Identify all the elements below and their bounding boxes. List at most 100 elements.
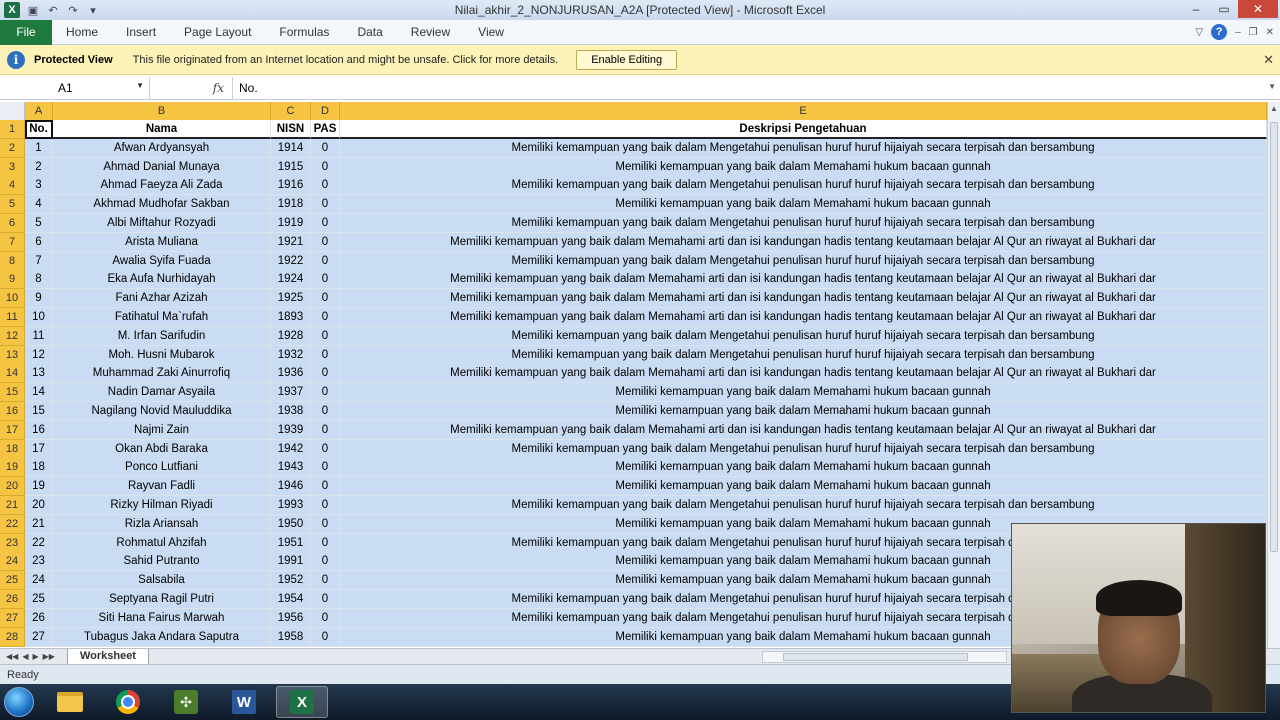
select-all-button[interactable] [0,102,25,120]
tab-data[interactable]: Data [343,25,396,39]
row-header[interactable]: 17 [0,420,25,440]
cell-nisn[interactable]: 1925 [271,289,311,309]
row-header[interactable]: 27 [0,608,25,628]
redo-icon[interactable]: ↷ [66,3,80,17]
cell-b1[interactable]: Nama [53,120,271,139]
cell-nama[interactable]: M. Irfan Sarifudin [53,326,271,346]
cell-pas[interactable]: 0 [311,402,340,421]
cell-nisn[interactable]: 1939 [271,420,311,440]
cell-nama[interactable]: Najmi Zain [53,420,271,440]
enable-editing-button[interactable]: Enable Editing [576,49,678,70]
cell-pas[interactable]: 0 [311,383,340,403]
cell-nisn[interactable]: 1950 [271,514,311,534]
cell-no[interactable]: 13 [25,364,53,384]
horizontal-scrollbar-thumb[interactable] [783,653,968,661]
cell-deskripsi[interactable]: Memiliki kemampuan yang baik dalam Memah… [340,477,1267,497]
cell-nama[interactable]: Ahmad Danial Munaya [53,157,271,177]
cell-no[interactable]: 19 [25,477,53,497]
sheet-tab-worksheet[interactable]: Worksheet [66,648,149,665]
row-header[interactable]: 10 [0,289,25,309]
row-header[interactable]: 14 [0,364,25,384]
cell-deskripsi[interactable]: Memiliki kemampuan yang baik dalam Memah… [340,270,1267,290]
taskbar-excel[interactable]: X [276,686,328,718]
cell-deskripsi[interactable]: Memiliki kemampuan yang baik dalam Menge… [340,345,1267,365]
cell-pas[interactable]: 0 [311,176,340,196]
row-header[interactable]: 18 [0,439,25,459]
cell-nama[interactable]: Septyana Ragil Putri [53,590,271,609]
cell-nisn[interactable]: 1993 [271,496,311,515]
cell-no[interactable]: 21 [25,514,53,534]
row-header[interactable]: 6 [0,214,25,233]
cell-nisn[interactable]: 1946 [271,477,311,497]
cell-pas[interactable]: 0 [311,270,340,290]
cell-nama[interactable]: Afwan Ardyansyah [53,138,271,158]
cell-deskripsi[interactable]: Memiliki kemampuan yang baik dalam Menge… [340,251,1267,271]
cell-nama[interactable]: Sahid Putranto [53,552,271,572]
cell-no[interactable]: 4 [25,195,53,215]
cell-no[interactable]: 16 [25,420,53,440]
cell-pas[interactable]: 0 [311,477,340,497]
cell-nama[interactable]: Salsabila [53,571,271,591]
first-sheet-icon[interactable]: ◀◀ [6,652,18,661]
cell-nama[interactable]: Rohmatul Ahzifah [53,533,271,553]
cell-nisn[interactable]: 1956 [271,608,311,628]
cell-pas[interactable]: 0 [311,345,340,365]
cell-e1[interactable]: Deskripsi Pengetahuan [340,120,1267,139]
cell-deskripsi[interactable]: Memiliki kemampuan yang baik dalam Memah… [340,383,1267,403]
cell-no[interactable]: 6 [25,232,53,252]
next-sheet-icon[interactable]: ▶ [32,652,38,661]
cell-pas[interactable]: 0 [311,514,340,534]
cell-pas[interactable]: 0 [311,420,340,440]
cell-nisn[interactable]: 1918 [271,195,311,215]
row-header[interactable]: 12 [0,326,25,346]
cell-pas[interactable]: 0 [311,214,340,233]
cell-nama[interactable]: Arista Muliana [53,232,271,252]
formula-input[interactable]: No. [232,76,258,99]
cell-nama[interactable]: Nagilang Novid Mauluddika [53,402,271,421]
close-window-button[interactable]: ✕ [1238,0,1278,18]
taskbar-chrome[interactable] [102,686,154,718]
last-sheet-icon[interactable]: ▶▶ [43,652,55,661]
cell-pas[interactable]: 0 [311,289,340,309]
cell-d1[interactable]: PAS [311,120,340,139]
cell-nisn[interactable]: 1991 [271,552,311,572]
cell-pas[interactable]: 0 [311,439,340,459]
cell-deskripsi[interactable]: Memiliki kemampuan yang baik dalam Menge… [340,439,1267,459]
scroll-up-icon[interactable]: ▲ [1268,102,1280,115]
cell-nama[interactable]: Ahmad Faeyza Ali Zada [53,176,271,196]
row-header[interactable]: 4 [0,176,25,196]
cell-nama[interactable]: Moh. Husni Mubarok [53,345,271,365]
cell-nisn[interactable]: 1958 [271,627,311,647]
cell-pas[interactable]: 0 [311,308,340,327]
cell-nisn[interactable]: 1943 [271,458,311,478]
workbook-close-icon[interactable]: ✕ [1266,27,1274,38]
workbook-restore-icon[interactable]: ❐ [1249,27,1258,38]
help-icon[interactable]: ? [1211,24,1228,40]
column-header-b[interactable]: B [53,102,271,120]
cell-nisn[interactable]: 1916 [271,176,311,196]
cell-pas[interactable]: 0 [311,458,340,478]
cell-nama[interactable]: Fatihatul Ma`rufah [53,308,271,327]
taskbar-game[interactable]: ✣ [160,686,212,718]
cell-deskripsi[interactable]: Memiliki kemampuan yang baik dalam Menge… [340,138,1267,158]
horizontal-scrollbar[interactable] [762,651,1007,663]
save-icon[interactable]: ▣ [26,3,40,17]
cell-no[interactable]: 11 [25,326,53,346]
cell-nama[interactable]: Siti Hana Fairus Marwah [53,608,271,628]
tab-view[interactable]: View [464,25,518,39]
cell-no[interactable]: 25 [25,590,53,609]
cell-deskripsi[interactable]: Memiliki kemampuan yang baik dalam Menge… [340,496,1267,515]
cell-pas[interactable]: 0 [311,533,340,553]
cell-no[interactable]: 20 [25,496,53,515]
prev-sheet-icon[interactable]: ◀ [22,652,28,661]
cell-nisn[interactable]: 1928 [271,326,311,346]
cell-no[interactable]: 3 [25,176,53,196]
cell-nisn[interactable]: 1932 [271,345,311,365]
column-header-e[interactable]: E [340,102,1267,120]
cell-nisn[interactable]: 1919 [271,214,311,233]
cell-a1[interactable]: No. [25,120,53,139]
cell-pas[interactable]: 0 [311,571,340,591]
cell-c1[interactable]: NISN [271,120,311,139]
insert-function-icon[interactable]: fx [150,81,232,95]
row-header[interactable]: 20 [0,477,25,497]
